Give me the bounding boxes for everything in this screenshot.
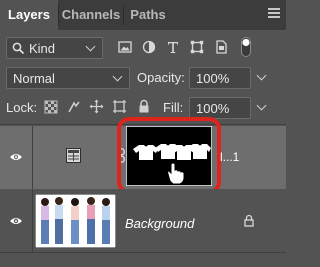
lock-image-pixels-icon[interactable] xyxy=(67,100,81,114)
lock-all-icon[interactable] xyxy=(138,99,150,114)
lock-position-icon[interactable] xyxy=(89,99,104,114)
layer-mask-thumbnail[interactable] xyxy=(126,126,212,186)
lock-artboard-icon[interactable] xyxy=(112,99,127,114)
blend-mode-select[interactable]: Normal xyxy=(6,67,130,89)
chevron-down-icon xyxy=(112,71,123,82)
layers-list-bottom-divider xyxy=(0,252,286,253)
blend-mode-value: Normal xyxy=(13,71,55,86)
filter-toggle-switch[interactable] xyxy=(241,37,251,57)
lock-icon xyxy=(244,214,254,227)
fill-dropdown-icon[interactable] xyxy=(256,100,267,111)
fill-label: Fill: xyxy=(163,100,184,115)
type-layer-filter-icon[interactable] xyxy=(166,40,180,54)
shirts-mask-shape xyxy=(133,144,211,160)
tab-layers[interactable]: Layers xyxy=(0,0,58,30)
chevron-down-icon xyxy=(85,41,96,52)
layer-name[interactable]: l...1 xyxy=(220,150,239,164)
opacity-input[interactable]: 100% xyxy=(189,67,251,89)
visibility-eye-icon[interactable] xyxy=(9,216,23,226)
fill-value: 100% xyxy=(196,101,230,116)
lock-transparent-pixels-icon[interactable] xyxy=(44,100,58,114)
pixel-layer-filter-icon[interactable] xyxy=(118,40,132,54)
visibility-column-divider xyxy=(32,126,33,189)
panel-menu-icon[interactable] xyxy=(268,8,280,20)
layer-name-background[interactable]: Background xyxy=(125,216,194,231)
fill-layer-thumbnail-icon[interactable] xyxy=(66,148,81,163)
smart-object-filter-icon[interactable] xyxy=(214,40,228,54)
fill-input[interactable]: 100% xyxy=(189,97,251,119)
layers-panel: Layers Channels Paths Kind Normal Opacit… xyxy=(0,0,286,267)
opacity-label: Opacity: xyxy=(137,70,185,85)
lock-label: Lock: xyxy=(6,100,38,115)
tab-channels[interactable]: Channels xyxy=(59,0,123,30)
panel-tab-bar: Layers Channels Paths xyxy=(0,0,286,30)
opacity-value: 100% xyxy=(196,71,230,86)
visibility-eye-icon[interactable] xyxy=(9,152,23,162)
filter-kind-label: Kind xyxy=(29,41,56,56)
search-icon xyxy=(12,42,25,55)
adjustment-layer-filter-icon[interactable] xyxy=(142,40,156,54)
background-layer-thumbnail[interactable] xyxy=(35,194,116,248)
filter-kind-select[interactable]: Kind xyxy=(6,37,103,59)
tab-paths[interactable]: Paths xyxy=(124,0,172,30)
visibility-column-divider xyxy=(32,190,33,253)
opacity-dropdown-icon[interactable] xyxy=(256,70,267,81)
shape-layer-filter-icon[interactable] xyxy=(190,40,204,54)
